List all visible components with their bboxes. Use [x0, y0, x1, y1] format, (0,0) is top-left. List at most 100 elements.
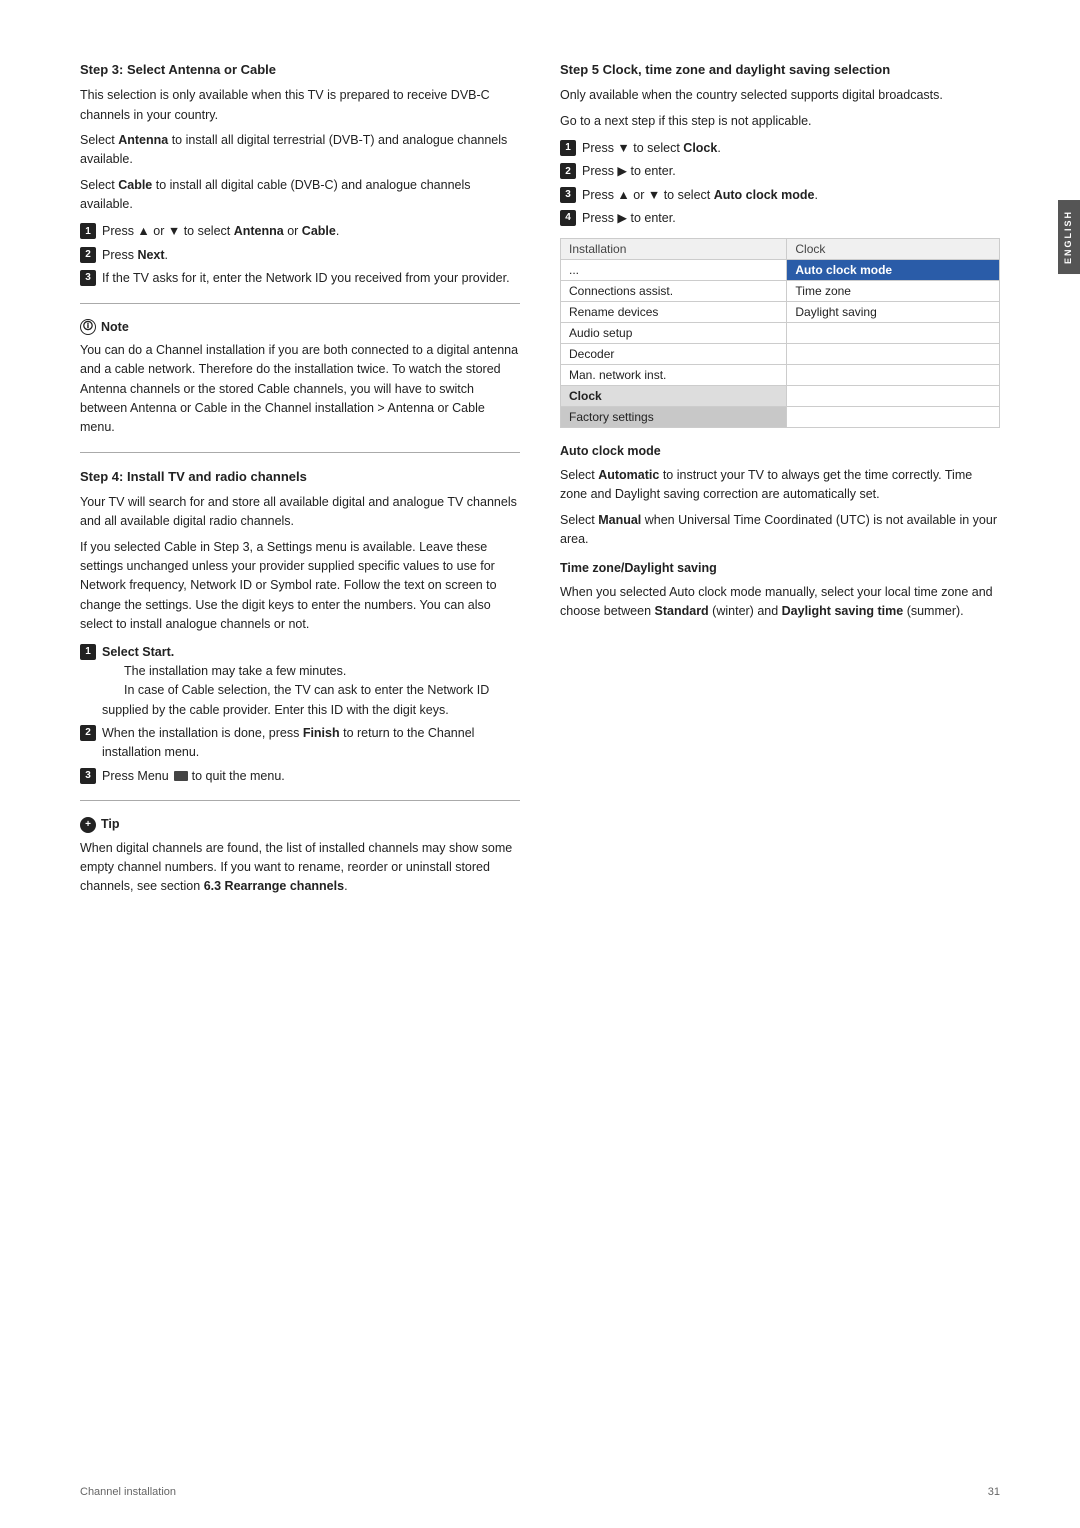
timezone-title: Time zone/Daylight saving [560, 559, 1000, 578]
step5-para2: Go to a next step if this step is not ap… [560, 112, 1000, 131]
step4-step1: 1 Select Start. The installation may tak… [80, 643, 520, 721]
step4-para2: If you selected Cable in Step 3, a Setti… [80, 538, 520, 635]
step3-step1: 1 Press ▲ or ▼ to select Antenna or Cabl… [80, 222, 520, 241]
step4-step3: 3 Press Menu to quit the menu. [80, 767, 520, 786]
menu-row-6: Man. network inst. [561, 365, 1000, 386]
menu-col2-header: Clock [787, 239, 1000, 260]
footer-left: Channel installation [80, 1486, 176, 1498]
step5-step3: 3 Press ▲ or ▼ to select Auto clock mode… [560, 186, 1000, 205]
step3-para2: Select Antenna to install all digital te… [80, 131, 520, 170]
step3-section: Step 3: Select Antenna or Cable This sel… [80, 60, 520, 289]
step-num-5-4: 4 [560, 210, 576, 226]
auto-clock-section: Auto clock mode Select Automatic to inst… [560, 442, 1000, 549]
step3-step1-text: Press ▲ or ▼ to select Antenna or Cable. [102, 222, 520, 241]
menu-row4-col2 [787, 323, 1000, 344]
note-icon: 🛈 [80, 319, 96, 335]
step-num-3: 3 [80, 270, 96, 286]
step-num-4-3: 3 [80, 768, 96, 784]
left-column: Step 3: Select Antenna or Cable This sel… [80, 60, 520, 907]
footer-right: 31 [988, 1486, 1000, 1498]
menu-row3-col1: Rename devices [561, 302, 787, 323]
auto-clock-para1: Select Automatic to instruct your TV to … [560, 466, 1000, 505]
menu-row6-col2 [787, 365, 1000, 386]
menu-row8-col1: Factory settings [561, 407, 787, 428]
auto-clock-para2: Select Manual when Universal Time Coordi… [560, 511, 1000, 550]
step3-title: Step 3: Select Antenna or Cable [80, 60, 520, 80]
menu-row5-col2 [787, 344, 1000, 365]
step-num-5-3: 3 [560, 187, 576, 203]
page-container: Step 3: Select Antenna or Cable This sel… [0, 0, 1080, 1528]
step3-step3: 3 If the TV asks for it, enter the Netwo… [80, 269, 520, 288]
tip-section: + Tip When digital channels are found, t… [80, 815, 520, 897]
menu-row3-col2: Daylight saving [787, 302, 1000, 323]
menu-row2-col2: Time zone [787, 281, 1000, 302]
step5-section: Step 5 Clock, time zone and daylight sav… [560, 60, 1000, 228]
step5-step3-text: Press ▲ or ▼ to select Auto clock mode. [582, 186, 1000, 205]
divider-1 [80, 303, 520, 304]
tip-icon: + [80, 817, 96, 833]
step-num-5-1: 1 [560, 140, 576, 156]
menu-row-2: Connections assist. Time zone [561, 281, 1000, 302]
step5-para1: Only available when the country selected… [560, 86, 1000, 105]
menu-row1-col2: Auto clock mode [787, 260, 1000, 281]
step4-step2-text: When the installation is done, press Fin… [102, 724, 520, 763]
menu-row4-col1: Audio setup [561, 323, 787, 344]
step5-steps: 1 Press ▼ to select Clock. 2 Press ▶ to … [560, 139, 1000, 229]
tip-label: Tip [101, 815, 120, 834]
step4-step1-sub1: The installation may take a few minutes. [124, 664, 346, 678]
divider-3 [80, 800, 520, 801]
menu-row-5: Decoder [561, 344, 1000, 365]
step5-title: Step 5 Clock, time zone and daylight sav… [560, 60, 1000, 80]
installation-menu-table: Installation Clock ... Auto clock mode C… [560, 238, 1000, 428]
menu-row8-col2 [787, 407, 1000, 428]
menu-row-4: Audio setup [561, 323, 1000, 344]
page-footer: Channel installation 31 [80, 1486, 1000, 1498]
step3-para1: This selection is only available when th… [80, 86, 520, 125]
step4-step1-sub2: In case of Cable selection, the TV can a… [102, 683, 489, 716]
step-num-5-2: 2 [560, 163, 576, 179]
step3-para3: Select Cable to install all digital cabl… [80, 176, 520, 215]
menu-row7-col2 [787, 386, 1000, 407]
menu-row5-col1: Decoder [561, 344, 787, 365]
tip-text: When digital channels are found, the lis… [80, 839, 520, 897]
menu-row-8: Factory settings [561, 407, 1000, 428]
menu-icon [174, 771, 188, 781]
step3-steps: 1 Press ▲ or ▼ to select Antenna or Cabl… [80, 222, 520, 288]
step4-section: Step 4: Install TV and radio channels Yo… [80, 467, 520, 786]
step4-steps: 1 Select Start. The installation may tak… [80, 643, 520, 787]
divider-2 [80, 452, 520, 453]
tip-title: + Tip [80, 815, 520, 834]
two-column-layout: Step 3: Select Antenna or Cable This sel… [80, 60, 1000, 907]
step3-step3-text: If the TV asks for it, enter the Network… [102, 269, 520, 288]
right-column: Step 5 Clock, time zone and daylight sav… [560, 60, 1000, 907]
step4-title: Step 4: Install TV and radio channels [80, 467, 520, 487]
step4-step1-text: Select Start. The installation may take … [102, 643, 520, 721]
timezone-para1: When you selected Auto clock mode manual… [560, 583, 1000, 622]
menu-row-3: Rename devices Daylight saving [561, 302, 1000, 323]
menu-col1-header: Installation [561, 239, 787, 260]
step4-step2: 2 When the installation is done, press F… [80, 724, 520, 763]
step-num-1: 1 [80, 223, 96, 239]
step5-step1-text: Press ▼ to select Clock. [582, 139, 1000, 158]
menu-row7-col1: Clock [561, 386, 787, 407]
menu-row-7: Clock [561, 386, 1000, 407]
step5-step2-text: Press ▶ to enter. [582, 162, 1000, 181]
step-num-4-1: 1 [80, 644, 96, 660]
menu-row-1: ... Auto clock mode [561, 260, 1000, 281]
note-label: Note [101, 318, 129, 337]
step5-step4-text: Press ▶ to enter. [582, 209, 1000, 228]
step4-step3-text: Press Menu to quit the menu. [102, 767, 520, 786]
step4-para1: Your TV will search for and store all av… [80, 493, 520, 532]
auto-clock-title: Auto clock mode [560, 442, 1000, 461]
menu-row2-col1: Connections assist. [561, 281, 787, 302]
step5-step4: 4 Press ▶ to enter. [560, 209, 1000, 228]
step-num-2: 2 [80, 247, 96, 263]
step-num-4-2: 2 [80, 725, 96, 741]
menu-row6-col1: Man. network inst. [561, 365, 787, 386]
note-title: 🛈 Note [80, 318, 520, 337]
note-section: 🛈 Note You can do a Channel installation… [80, 318, 520, 438]
step3-step2-text: Press Next. [102, 246, 520, 265]
note-text: You can do a Channel installation if you… [80, 341, 520, 438]
step5-step1: 1 Press ▼ to select Clock. [560, 139, 1000, 158]
step3-step2: 2 Press Next. [80, 246, 520, 265]
